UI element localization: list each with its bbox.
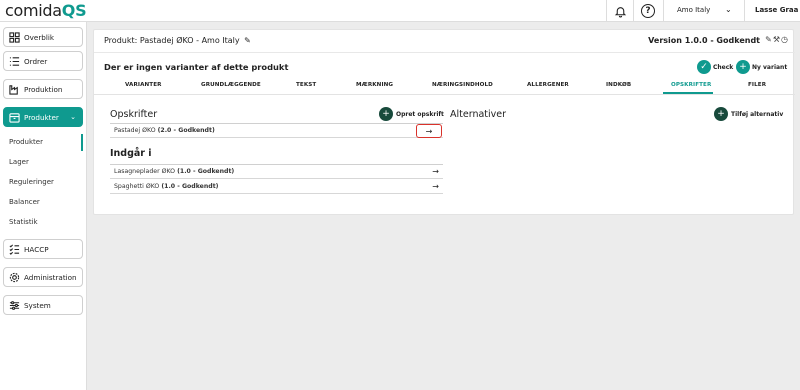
checklist-icon — [8, 243, 20, 255]
logo-text: comida — [5, 1, 62, 20]
active-indicator — [81, 134, 83, 151]
tab-grundlaeggende[interactable]: GRUNDLÆGGENDE — [201, 82, 261, 88]
create-recipe-button[interactable]: + — [379, 107, 393, 121]
sidebar-item-administration[interactable]: Administration — [3, 267, 83, 287]
sidebar-subitem-statistik[interactable]: Statistik — [9, 218, 38, 226]
tab-maerkning[interactable]: MÆRKNING — [356, 82, 393, 88]
list-icon — [8, 55, 20, 67]
table-row[interactable]: Pastadej ØKO (2.0 - Godkendt) — [110, 124, 443, 138]
page-title-text: Produkt: Pastadej ØKO - Amo Italy — [104, 36, 240, 45]
tabs-divider — [94, 94, 795, 95]
sidebar-subitem-produkter[interactable]: Produkter — [9, 138, 43, 146]
divider — [633, 0, 634, 22]
user-menu[interactable]: Lasse Graa — [755, 6, 798, 14]
divider — [606, 0, 607, 22]
plus-icon: + — [739, 61, 747, 72]
tab-tekst[interactable]: TEKST — [296, 82, 316, 88]
chevron-down-icon: ⌄ — [70, 113, 76, 121]
tab-indkoeb[interactable]: INDKØB — [606, 82, 631, 88]
header-icons: ✎⚒◷ — [765, 35, 789, 44]
sliders-icon — [8, 299, 20, 311]
check-icon: ✓ — [700, 61, 708, 72]
app-logo[interactable]: comidaQS — [5, 1, 87, 20]
product-name: Spaghetti ØKO — [114, 183, 160, 190]
new-variant-label[interactable]: Ny variant — [752, 64, 787, 71]
create-recipe-label[interactable]: Opret opskrift — [396, 111, 444, 118]
product-status: (1.0 - Godkendt) — [161, 183, 219, 190]
new-variant-button[interactable]: + — [736, 60, 750, 74]
recipe-status: (2.0 - Godkendt) — [157, 127, 215, 134]
tab-varianter[interactable]: VARIANTER — [125, 82, 162, 88]
table-row[interactable]: Spaghetti ØKO (1.0 - Godkendt) → — [110, 180, 443, 194]
sidebar-item-produkter[interactable]: Produkter ⌄ — [3, 107, 83, 127]
arrow-right-icon: → — [425, 126, 433, 136]
check-button[interactable]: ✓ — [697, 60, 711, 74]
gear-icon — [8, 271, 20, 283]
table-row[interactable]: Lasagneplader ØKO (1.0 - Godkendt) → — [110, 165, 443, 179]
chevron-down-icon[interactable]: ⌄ — [725, 5, 732, 14]
sidebar-item-label: Administration — [24, 272, 77, 282]
tab-allergener[interactable]: ALLERGENER — [527, 82, 569, 88]
recipe-name: Pastadej ØKO — [114, 127, 156, 134]
sidebar-subitem-balancer[interactable]: Balancer — [9, 198, 40, 206]
help-icon[interactable]: ? — [641, 4, 655, 18]
add-alternative-button[interactable]: + — [714, 107, 728, 121]
sidebar-item-produktion[interactable]: Produktion — [3, 79, 83, 99]
top-bar: comidaQS ? Amo Italy ⌄ Lasse Graa — [0, 0, 800, 22]
bell-icon[interactable] — [612, 3, 628, 19]
tab-naeringsindhold[interactable]: NÆRINGSINDHOLD — [432, 82, 493, 88]
sidebar: Overblik Ordrer Produktion Produkter ⌄ P… — [0, 22, 87, 390]
tab-filer[interactable]: FILER — [748, 82, 766, 88]
pencil-icon[interactable]: ✎ — [765, 35, 773, 44]
product-status: (1.0 - Godkendt) — [177, 168, 235, 175]
divider — [663, 0, 664, 22]
plus-icon: + — [717, 108, 725, 119]
grid-icon — [8, 31, 20, 43]
sidebar-item-label: Overblik — [24, 32, 55, 42]
sidebar-item-label: HACCP — [24, 244, 49, 254]
included-in-title: Indgår i — [110, 148, 152, 159]
sidebar-item-overblik[interactable]: Overblik — [3, 27, 83, 47]
open-recipe-button[interactable]: → — [416, 124, 442, 138]
sidebar-item-label: Produktion — [24, 84, 63, 94]
version-label: Version 1.0.0 - Godkendt — [648, 36, 760, 45]
product-card: Produkt: Pastadej ØKO - Amo Italy ✎ Vers… — [93, 29, 795, 215]
recipes-title: Opskrifter — [110, 109, 158, 120]
add-alternative-label[interactable]: Tilføj alternativ — [731, 111, 783, 118]
check-label[interactable]: Check — [713, 64, 733, 71]
alternatives-title: Alternativer — [450, 109, 507, 120]
sidebar-item-label: System — [24, 300, 51, 310]
divider — [744, 0, 745, 22]
tools-icon[interactable]: ⚒ — [773, 35, 781, 44]
page-title: Produkt: Pastadej ØKO - Amo Italy ✎ — [104, 36, 251, 45]
pencil-icon[interactable]: ✎ — [244, 36, 251, 45]
sidebar-item-label: Ordrer — [24, 56, 48, 66]
sidebar-item-ordrer[interactable]: Ordrer — [3, 51, 83, 71]
sidebar-subitem-reguleringer[interactable]: Reguleringer — [9, 178, 54, 186]
sidebar-item-label: Produkter — [24, 112, 59, 122]
sidebar-subitem-lager[interactable]: Lager — [9, 158, 29, 166]
company-selector[interactable]: Amo Italy — [677, 6, 710, 14]
box-icon — [8, 111, 20, 123]
clock-icon[interactable]: ◷ — [781, 35, 789, 44]
factory-icon — [8, 83, 20, 95]
tab-opskrifter[interactable]: OPSKRIFTER — [671, 82, 711, 88]
sidebar-item-haccp[interactable]: HACCP — [3, 239, 83, 259]
arrow-right-icon[interactable]: → — [432, 182, 439, 191]
sidebar-item-system[interactable]: System — [3, 295, 83, 315]
divider — [94, 52, 795, 53]
logo-accent-text: QS — [61, 1, 87, 20]
arrow-right-icon[interactable]: → — [432, 167, 439, 176]
no-variants-message: Der er ingen varianter af dette produkt — [104, 62, 289, 72]
plus-icon: + — [382, 108, 390, 119]
product-name: Lasagneplader ØKO — [114, 168, 176, 175]
